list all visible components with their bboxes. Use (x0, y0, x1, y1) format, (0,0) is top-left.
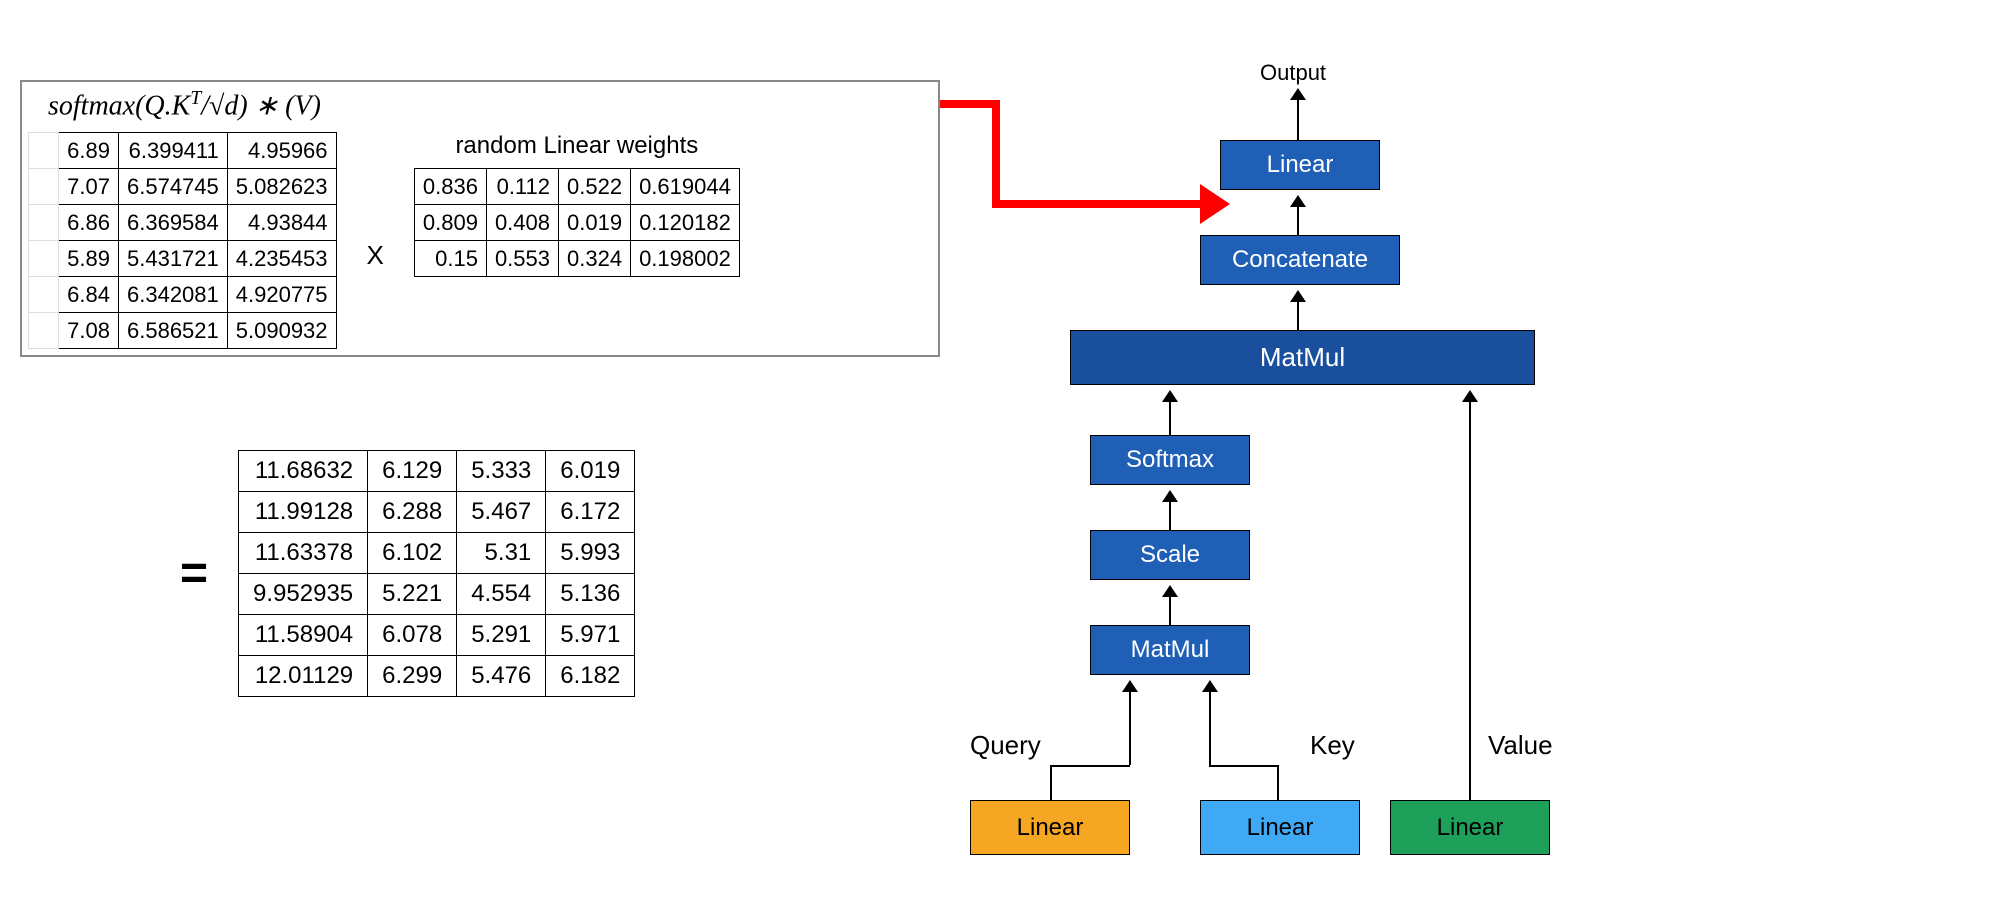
formula-sup: T (190, 88, 201, 109)
cell-value: 6.019 (546, 451, 635, 492)
cell-value: 0.198002 (631, 241, 740, 277)
linear-block: Linear (1220, 140, 1380, 190)
cell-value: 5.333 (457, 451, 546, 492)
cell-value: 9.952935 (239, 574, 368, 615)
cell-value: 0.324 (559, 241, 631, 277)
value-linear-block: Linear (1390, 800, 1550, 855)
softmax-block: Softmax (1090, 435, 1250, 485)
matmul-bottom-block: MatMul (1090, 625, 1250, 675)
cell-value: 6.89 (59, 133, 119, 169)
cell-value: 4.93844 (227, 205, 336, 241)
cell-value: 6.182 (546, 656, 635, 697)
cell-value: 0.112 (486, 169, 558, 205)
cell-value: 7.08 (59, 313, 119, 349)
attention-computation-panel: softmax(Q.KT/√d) ∗ (V) 6.896.3994114.959… (20, 80, 940, 357)
cell-value: 6.586521 (119, 313, 228, 349)
cell-empty (29, 169, 59, 205)
cell-empty (29, 313, 59, 349)
cell-value: 11.63378 (239, 533, 368, 574)
matrix-result: 11.686326.1295.3336.019 11.991286.2885.46… (238, 450, 635, 697)
cell-value: 0.619044 (631, 169, 740, 205)
cell-value: 5.89 (59, 241, 119, 277)
output-label: Output (1260, 60, 1326, 86)
matmul-top-block: MatMul (1070, 330, 1535, 385)
cell-value: 0.15 (414, 241, 486, 277)
cell-value: 4.554 (457, 574, 546, 615)
cell-value: 5.993 (546, 533, 635, 574)
value-label: Value (1488, 730, 1553, 761)
cell-value: 5.090932 (227, 313, 336, 349)
cell-empty (29, 133, 59, 169)
scale-block: Scale (1090, 530, 1250, 580)
cell-value: 6.84 (59, 277, 119, 313)
cell-value: 4.920775 (227, 277, 336, 313)
cell-value: 6.574745 (119, 169, 228, 205)
cell-empty (29, 205, 59, 241)
cell-value: 0.809 (414, 205, 486, 241)
cell-value: 6.86 (59, 205, 119, 241)
key-linear-block: Linear (1200, 800, 1360, 855)
concatenate-block: Concatenate (1200, 235, 1400, 285)
cell-value: 5.136 (546, 574, 635, 615)
equals-symbol: = (180, 546, 208, 601)
multiply-symbol: X (357, 240, 394, 271)
formula-prefix: softmax (48, 90, 135, 121)
cell-value: 11.99128 (239, 492, 368, 533)
matrix-linear-weights: 0.8360.1120.5220.6190440.8090.4080.0190.… (414, 168, 740, 277)
formula-inner: (Q.K (135, 90, 190, 121)
cell-empty (29, 277, 59, 313)
key-label: Key (1310, 730, 1355, 761)
cell-value: 0.019 (559, 205, 631, 241)
cell-value: 11.68632 (239, 451, 368, 492)
cell-value: 0.836 (414, 169, 486, 205)
cell-value: 4.235453 (227, 241, 336, 277)
linear-weights-title: random Linear weights (414, 132, 740, 160)
query-linear-block: Linear (970, 800, 1130, 855)
cell-value: 5.971 (546, 615, 635, 656)
cell-value: 6.399411 (119, 133, 228, 169)
attention-architecture-diagram: Output Linear Concatenate MatMul Softmax… (1070, 60, 1950, 880)
cell-value: 7.07 (59, 169, 119, 205)
cell-value: 0.120182 (631, 205, 740, 241)
query-label: Query (970, 730, 1041, 761)
matrix-attention-output: 6.896.3994114.959667.076.5747455.0826236… (28, 132, 337, 349)
cell-value: 5.221 (368, 574, 457, 615)
cell-value: 11.58904 (239, 615, 368, 656)
cell-value: 5.31 (457, 533, 546, 574)
cell-value: 12.01129 (239, 656, 368, 697)
cell-value: 6.342081 (119, 277, 228, 313)
cell-value: 6.078 (368, 615, 457, 656)
cell-value: 0.522 (559, 169, 631, 205)
cell-value: 6.288 (368, 492, 457, 533)
cell-value: 5.082623 (227, 169, 336, 205)
cell-empty (29, 241, 59, 277)
cell-value: 4.95966 (227, 133, 336, 169)
formula-rest: /√d) ∗ (V) (201, 90, 321, 121)
cell-value: 6.102 (368, 533, 457, 574)
cell-value: 0.553 (486, 241, 558, 277)
cell-value: 5.476 (457, 656, 546, 697)
cell-value: 5.431721 (119, 241, 228, 277)
cell-value: 6.129 (368, 451, 457, 492)
softmax-formula: softmax(Q.KT/√d) ∗ (V) (28, 88, 932, 122)
cell-value: 0.408 (486, 205, 558, 241)
result-block: = 11.686326.1295.3336.01911.991286.2885.… (180, 450, 635, 697)
cell-value: 5.467 (457, 492, 546, 533)
cell-value: 5.291 (457, 615, 546, 656)
cell-value: 6.369584 (119, 205, 228, 241)
cell-value: 6.172 (546, 492, 635, 533)
cell-value: 6.299 (368, 656, 457, 697)
